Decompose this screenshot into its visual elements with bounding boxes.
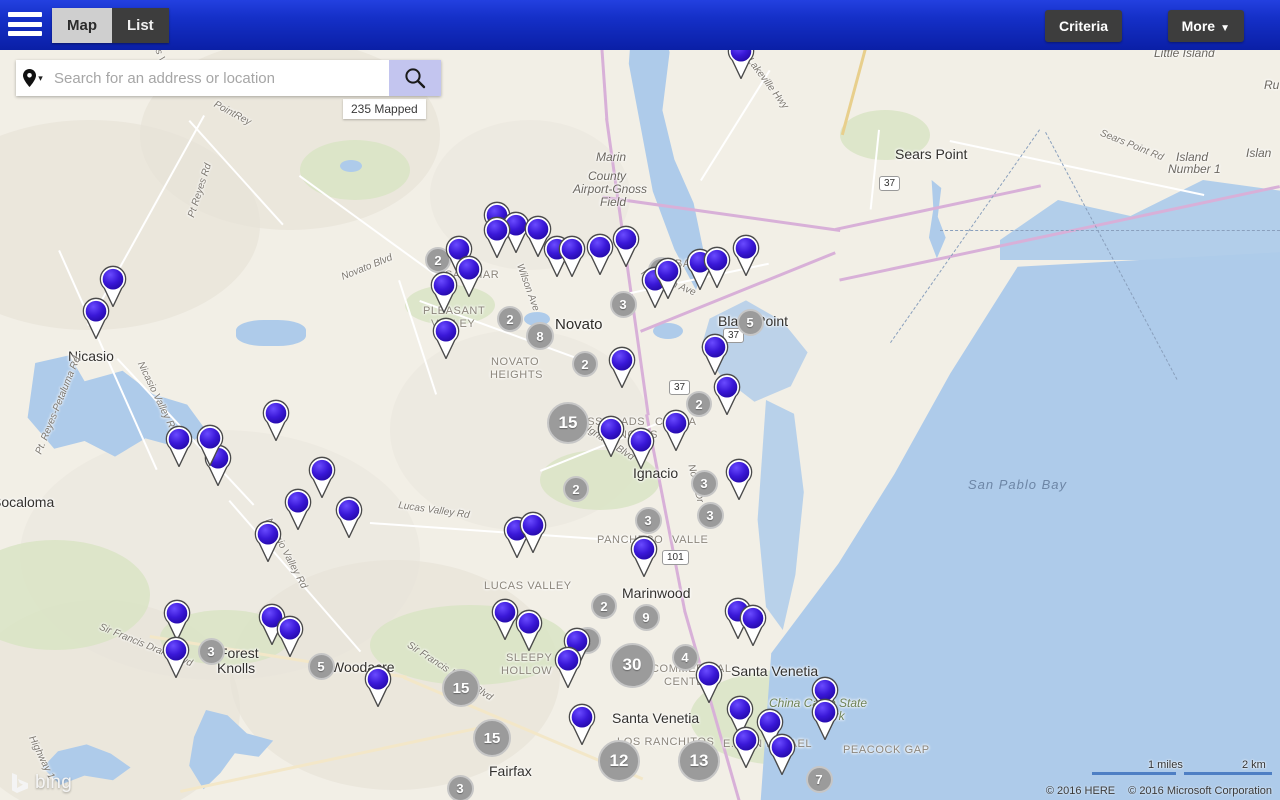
map-cluster-marker[interactable]: 15 [473,719,511,757]
highway-shield-icon: 37 [879,176,901,191]
hamburger-bar [8,12,42,17]
more-button[interactable]: More ▼ [1167,10,1244,42]
criteria-button[interactable]: Criteria [1044,10,1122,42]
map-cluster-marker[interactable]: 3 [634,506,662,534]
map-property-pin[interactable] [283,488,313,530]
attribution-microsoft: © 2016 Microsoft Corporation [1128,785,1272,797]
map-property-pin[interactable] [661,409,691,451]
map-canvas[interactable]: Nicasio Novato Sears Point Black Point Ignac… [0,0,1280,800]
map-property-pin[interactable] [810,698,840,740]
map-cluster-marker[interactable]: 13 [678,740,720,782]
map-property-pin[interactable] [629,535,659,577]
park-area [840,110,930,160]
highway-shield-icon: 37 [669,380,691,395]
scale-line-miles [1092,772,1176,775]
tab-list[interactable]: List [112,8,169,43]
map-property-pin[interactable] [81,297,111,339]
map-property-pin[interactable] [694,661,724,703]
scale-label-km: 2 km [1242,759,1266,771]
map-cluster-marker[interactable]: 2 [563,476,589,502]
map-property-pin[interactable] [607,346,637,388]
search-input[interactable] [50,61,389,95]
map-cluster-marker[interactable]: 3 [197,637,225,665]
map-property-pin[interactable] [195,424,225,466]
bing-logo[interactable]: bing [10,772,72,794]
map-property-pin[interactable] [626,427,656,469]
map-property-pin[interactable] [253,520,283,562]
map-property-pin[interactable] [161,636,191,678]
map-cluster-marker[interactable]: 3 [696,501,724,529]
map-property-pin[interactable] [482,216,512,258]
map-property-pin[interactable] [431,317,461,359]
map-property-pin[interactable] [653,257,683,299]
map-property-pin[interactable] [596,415,626,457]
highway-shield-icon: 101 [662,550,689,565]
attribution-here: © 2016 HERE [1045,785,1116,797]
map-cluster-marker[interactable]: 30 [609,642,655,688]
map-cluster-marker[interactable]: 2 [572,351,598,377]
map-cluster-marker[interactable]: 9 [632,603,660,631]
mapped-count-badge: 235 Mapped [343,99,426,119]
map-property-pin[interactable] [275,615,305,657]
map-pin-icon [23,69,37,87]
map-property-pin[interactable] [767,733,797,775]
county-boundary-line [940,230,1280,231]
map-cluster-marker[interactable]: 15 [442,669,480,707]
scale-label-miles: 1 miles [1148,759,1183,771]
pond-west [340,160,362,172]
map-property-pin[interactable] [261,399,291,441]
search-button[interactable] [389,60,441,96]
map-property-pin[interactable] [567,703,597,745]
map-cluster-marker[interactable]: 3 [690,469,718,497]
map-property-pin[interactable] [712,373,742,415]
scale-line-km [1184,772,1272,775]
tab-map[interactable]: Map [52,8,112,43]
map-cluster-marker[interactable]: 15 [547,402,589,444]
app-header: Map List Criteria More ▼ [0,0,1280,50]
map-cluster-marker[interactable]: 5 [307,652,335,680]
map-property-pin[interactable] [724,458,754,500]
scale-row-miles: 1 miles 2 km [1092,759,1272,776]
map-cluster-marker[interactable]: 2 [591,593,617,619]
map-property-pin[interactable] [611,225,641,267]
map-cluster-marker[interactable]: 8 [526,322,554,350]
map-cluster-marker[interactable]: 3 [609,290,637,318]
more-button-label: More [1181,18,1216,34]
hamburger-bar [8,21,42,27]
search-bar: ▾ [16,60,441,96]
map-property-pin[interactable] [738,604,768,646]
map-cluster-marker[interactable]: 3 [446,774,474,800]
map-attribution: © 2016 HERE © 2016 Microsoft Corporation [1036,785,1272,797]
map-cluster-marker[interactable]: 2 [497,306,523,332]
search-type-selector[interactable]: ▾ [16,69,50,87]
map-property-pin[interactable] [334,496,364,538]
map-property-pin[interactable] [557,235,587,277]
hamburger-menu-icon[interactable] [8,10,42,38]
bing-logo-icon [12,773,28,793]
map-property-pin[interactable] [162,599,192,641]
map-property-pin[interactable] [514,609,544,651]
map-cluster-marker[interactable]: 5 [736,308,764,336]
hamburger-bar [8,31,42,36]
search-icon [405,68,426,89]
map-property-pin[interactable] [518,511,548,553]
map-cluster-marker[interactable]: 7 [805,765,833,793]
map-property-pin[interactable] [731,234,761,276]
map-property-pin[interactable] [429,271,459,313]
view-mode-tabs: Map List [52,8,169,43]
bay-creek-sm [236,320,306,346]
chevron-down-icon: ▼ [1220,23,1230,34]
map-property-pin[interactable] [702,246,732,288]
map-property-pin[interactable] [700,333,730,375]
map-property-pin[interactable] [553,646,583,688]
map-property-pin[interactable] [363,665,393,707]
map-property-pin[interactable] [164,425,194,467]
bing-logo-text: bing [35,772,73,793]
map-scale-bar: 1 miles 2 km [1092,759,1272,776]
chevron-down-icon: ▾ [38,72,43,83]
map-cluster-marker[interactable]: 12 [598,740,640,782]
